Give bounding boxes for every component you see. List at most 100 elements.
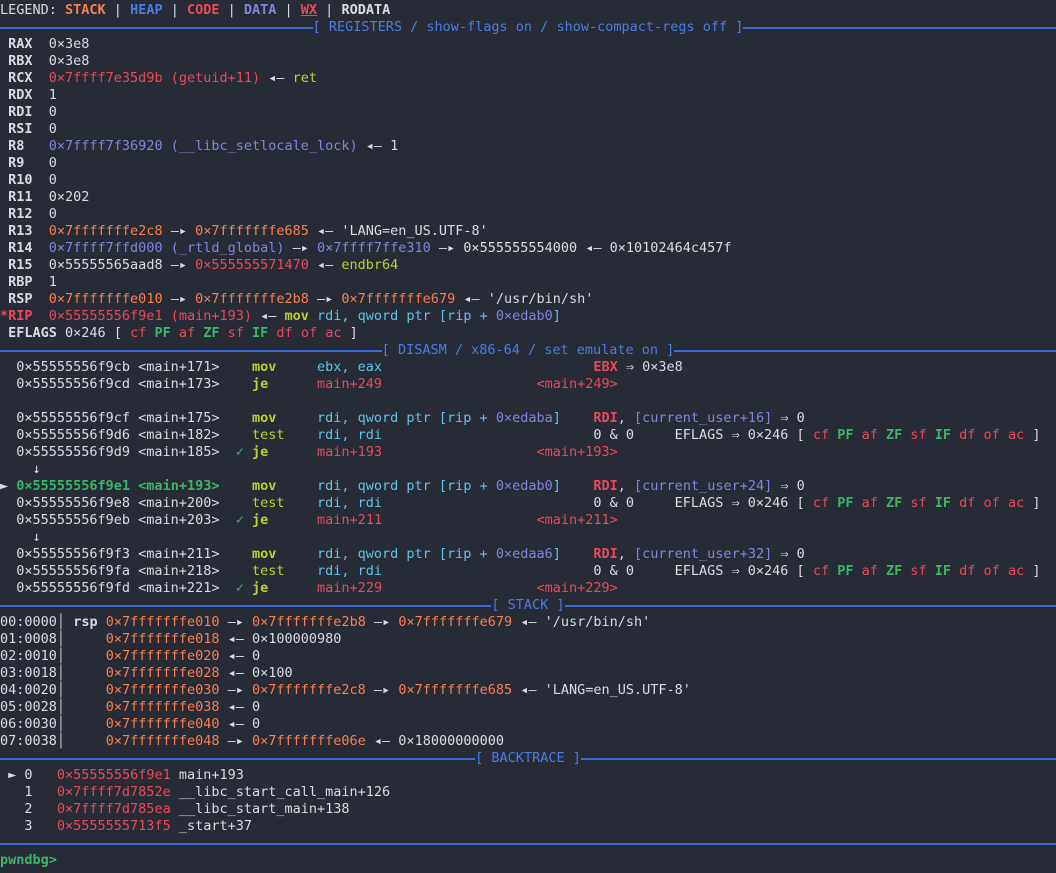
seg: | bbox=[219, 2, 243, 18]
seg: <main+229> bbox=[537, 580, 618, 596]
seg: cf bbox=[813, 427, 837, 443]
seg: , bbox=[618, 410, 634, 426]
seg: rdi, rdi bbox=[317, 563, 382, 579]
seg: EFLAGS ⇒ 0×246 [ bbox=[675, 427, 813, 443]
seg: main+193 bbox=[317, 444, 382, 460]
reg-name: R13 bbox=[0, 223, 33, 239]
legend-section: LEGEND: STACK | HEAP | CODE | DATA | WX … bbox=[0, 2, 1056, 19]
seg: PF bbox=[154, 325, 178, 341]
seg: _start+37 bbox=[171, 818, 252, 834]
seg: 0×55555556f9cd <main+173> bbox=[0, 376, 219, 392]
backtrace-header: [ BACKTRACE ] bbox=[0, 750, 1056, 767]
seg: ] bbox=[1032, 563, 1040, 579]
pad bbox=[33, 240, 49, 256]
seg: main+229 bbox=[317, 580, 382, 596]
seg: 0 & 0 bbox=[593, 495, 634, 511]
pad bbox=[268, 444, 317, 460]
separator-line bbox=[0, 605, 491, 607]
seg: sf bbox=[228, 325, 252, 341]
seg: rdi, qword ptr [rip + bbox=[317, 478, 496, 494]
seg: ◂— 0 bbox=[219, 699, 260, 715]
seg: EFLAGS ⇒ 0×246 [ bbox=[675, 495, 813, 511]
seg: 0×7fffffffe2c8 bbox=[49, 223, 163, 239]
seg: [current_user+24] bbox=[634, 478, 772, 494]
seg: 0×55555556f9d9 <main+185> bbox=[0, 444, 219, 460]
pad bbox=[33, 189, 49, 205]
pad bbox=[33, 87, 49, 103]
pad bbox=[33, 104, 49, 120]
seg: ] bbox=[1032, 495, 1040, 511]
seg: 0 & 0 bbox=[593, 563, 634, 579]
seg: 0×7fffffffe685 bbox=[398, 682, 512, 698]
seg: ac bbox=[1008, 495, 1032, 511]
pad bbox=[219, 546, 252, 562]
seg: 0×edaba bbox=[496, 410, 553, 426]
disasm-blank bbox=[0, 393, 1056, 410]
seg: —▸ bbox=[219, 682, 252, 698]
prompt-line[interactable]: pwndbg> bbox=[0, 852, 1056, 869]
seg: 0×7fffffffe06e bbox=[252, 733, 366, 749]
reg-name: RBX bbox=[0, 53, 33, 69]
seg: 0×55555556f9e1 bbox=[57, 767, 171, 783]
seg: ◂— 1 bbox=[358, 138, 399, 154]
seg: 0×55555556f9e8 <main+200> bbox=[0, 495, 219, 511]
reg-rdi: RDI 0 bbox=[0, 104, 1056, 121]
stack-05: 05:0028│ 0×7fffffffe038 ◂— 0 bbox=[0, 699, 1056, 716]
seg: je bbox=[252, 580, 268, 596]
seg: ac bbox=[1008, 427, 1032, 443]
seg: | bbox=[317, 2, 341, 18]
pad bbox=[33, 291, 49, 307]
seg: ⇒ 0 bbox=[772, 478, 805, 494]
reg-name: R11 bbox=[0, 189, 33, 205]
prompt-section: pwndbg> bbox=[0, 852, 1056, 869]
pad bbox=[634, 563, 675, 579]
separator-line bbox=[581, 758, 1056, 760]
stack-03: 03:0018│ 0×7fffffffe028 ◂— 0×100 bbox=[0, 665, 1056, 682]
seg: ac bbox=[1008, 563, 1032, 579]
seg: 03:0018 bbox=[0, 665, 57, 681]
seg: │ bbox=[57, 648, 65, 664]
seg: 0×202 bbox=[49, 189, 90, 205]
stack-header-label: [ STACK ] bbox=[491, 597, 564, 614]
seg: ] bbox=[1032, 427, 1040, 443]
seg: ◂— 'LANG=en_US.UTF-8' bbox=[309, 223, 488, 239]
registers-header: [ REGISTERS / show-flags on / show-compa… bbox=[0, 19, 1056, 36]
pad bbox=[65, 699, 106, 715]
seg: 0×edab0 bbox=[496, 308, 553, 324]
seg: │ bbox=[57, 699, 65, 715]
seg: 0×555555571470 bbox=[195, 257, 309, 273]
reg-r12: R12 0 bbox=[0, 206, 1056, 223]
seg: je bbox=[252, 512, 268, 528]
pad bbox=[382, 563, 593, 579]
seg: 0×55555556f9f3 <main+211> bbox=[0, 546, 219, 562]
reg-rbp: RBP 1 bbox=[0, 274, 1056, 291]
separator-line bbox=[674, 350, 1056, 352]
reg-rbx: RBX 0×3e8 bbox=[0, 53, 1056, 70]
seg: 0 & 0 bbox=[593, 427, 634, 443]
seg: 0×55555556f9fa <main+218> bbox=[0, 563, 219, 579]
seg: mov bbox=[252, 359, 276, 375]
seg: —▸ bbox=[366, 682, 399, 698]
seg: 0×7fffffffe030 bbox=[106, 682, 220, 698]
pad bbox=[268, 376, 317, 392]
seg: ZF bbox=[203, 325, 227, 341]
seg: 0×7ffff7f36920 (__libc_setlocale_lock) bbox=[49, 138, 358, 154]
legend-rodata: RODATA bbox=[341, 2, 390, 18]
pad bbox=[382, 580, 536, 596]
pad bbox=[382, 444, 536, 460]
seg: 0×7fffffffe040 bbox=[106, 716, 220, 732]
pad bbox=[276, 410, 317, 426]
pad bbox=[33, 308, 49, 324]
pad bbox=[33, 172, 49, 188]
seg: ] bbox=[350, 325, 358, 341]
seg: mov bbox=[252, 410, 276, 426]
disasm-main+173: 0×55555556f9cd <main+173> je main+249 <m… bbox=[0, 376, 1056, 393]
seg: —▸ bbox=[163, 291, 196, 307]
seg: ◂— 0 bbox=[219, 648, 260, 664]
reg-rcx: RCX 0×7ffff7e35d9b (getuid+11) ◂— ret bbox=[0, 70, 1056, 87]
seg: main+211 bbox=[317, 512, 382, 528]
reg-name: R14 bbox=[0, 240, 33, 256]
separator-line bbox=[565, 605, 1056, 607]
terminal[interactable]: LEGEND: STACK | HEAP | CODE | DATA | WX … bbox=[0, 0, 1056, 873]
seg bbox=[57, 852, 65, 868]
